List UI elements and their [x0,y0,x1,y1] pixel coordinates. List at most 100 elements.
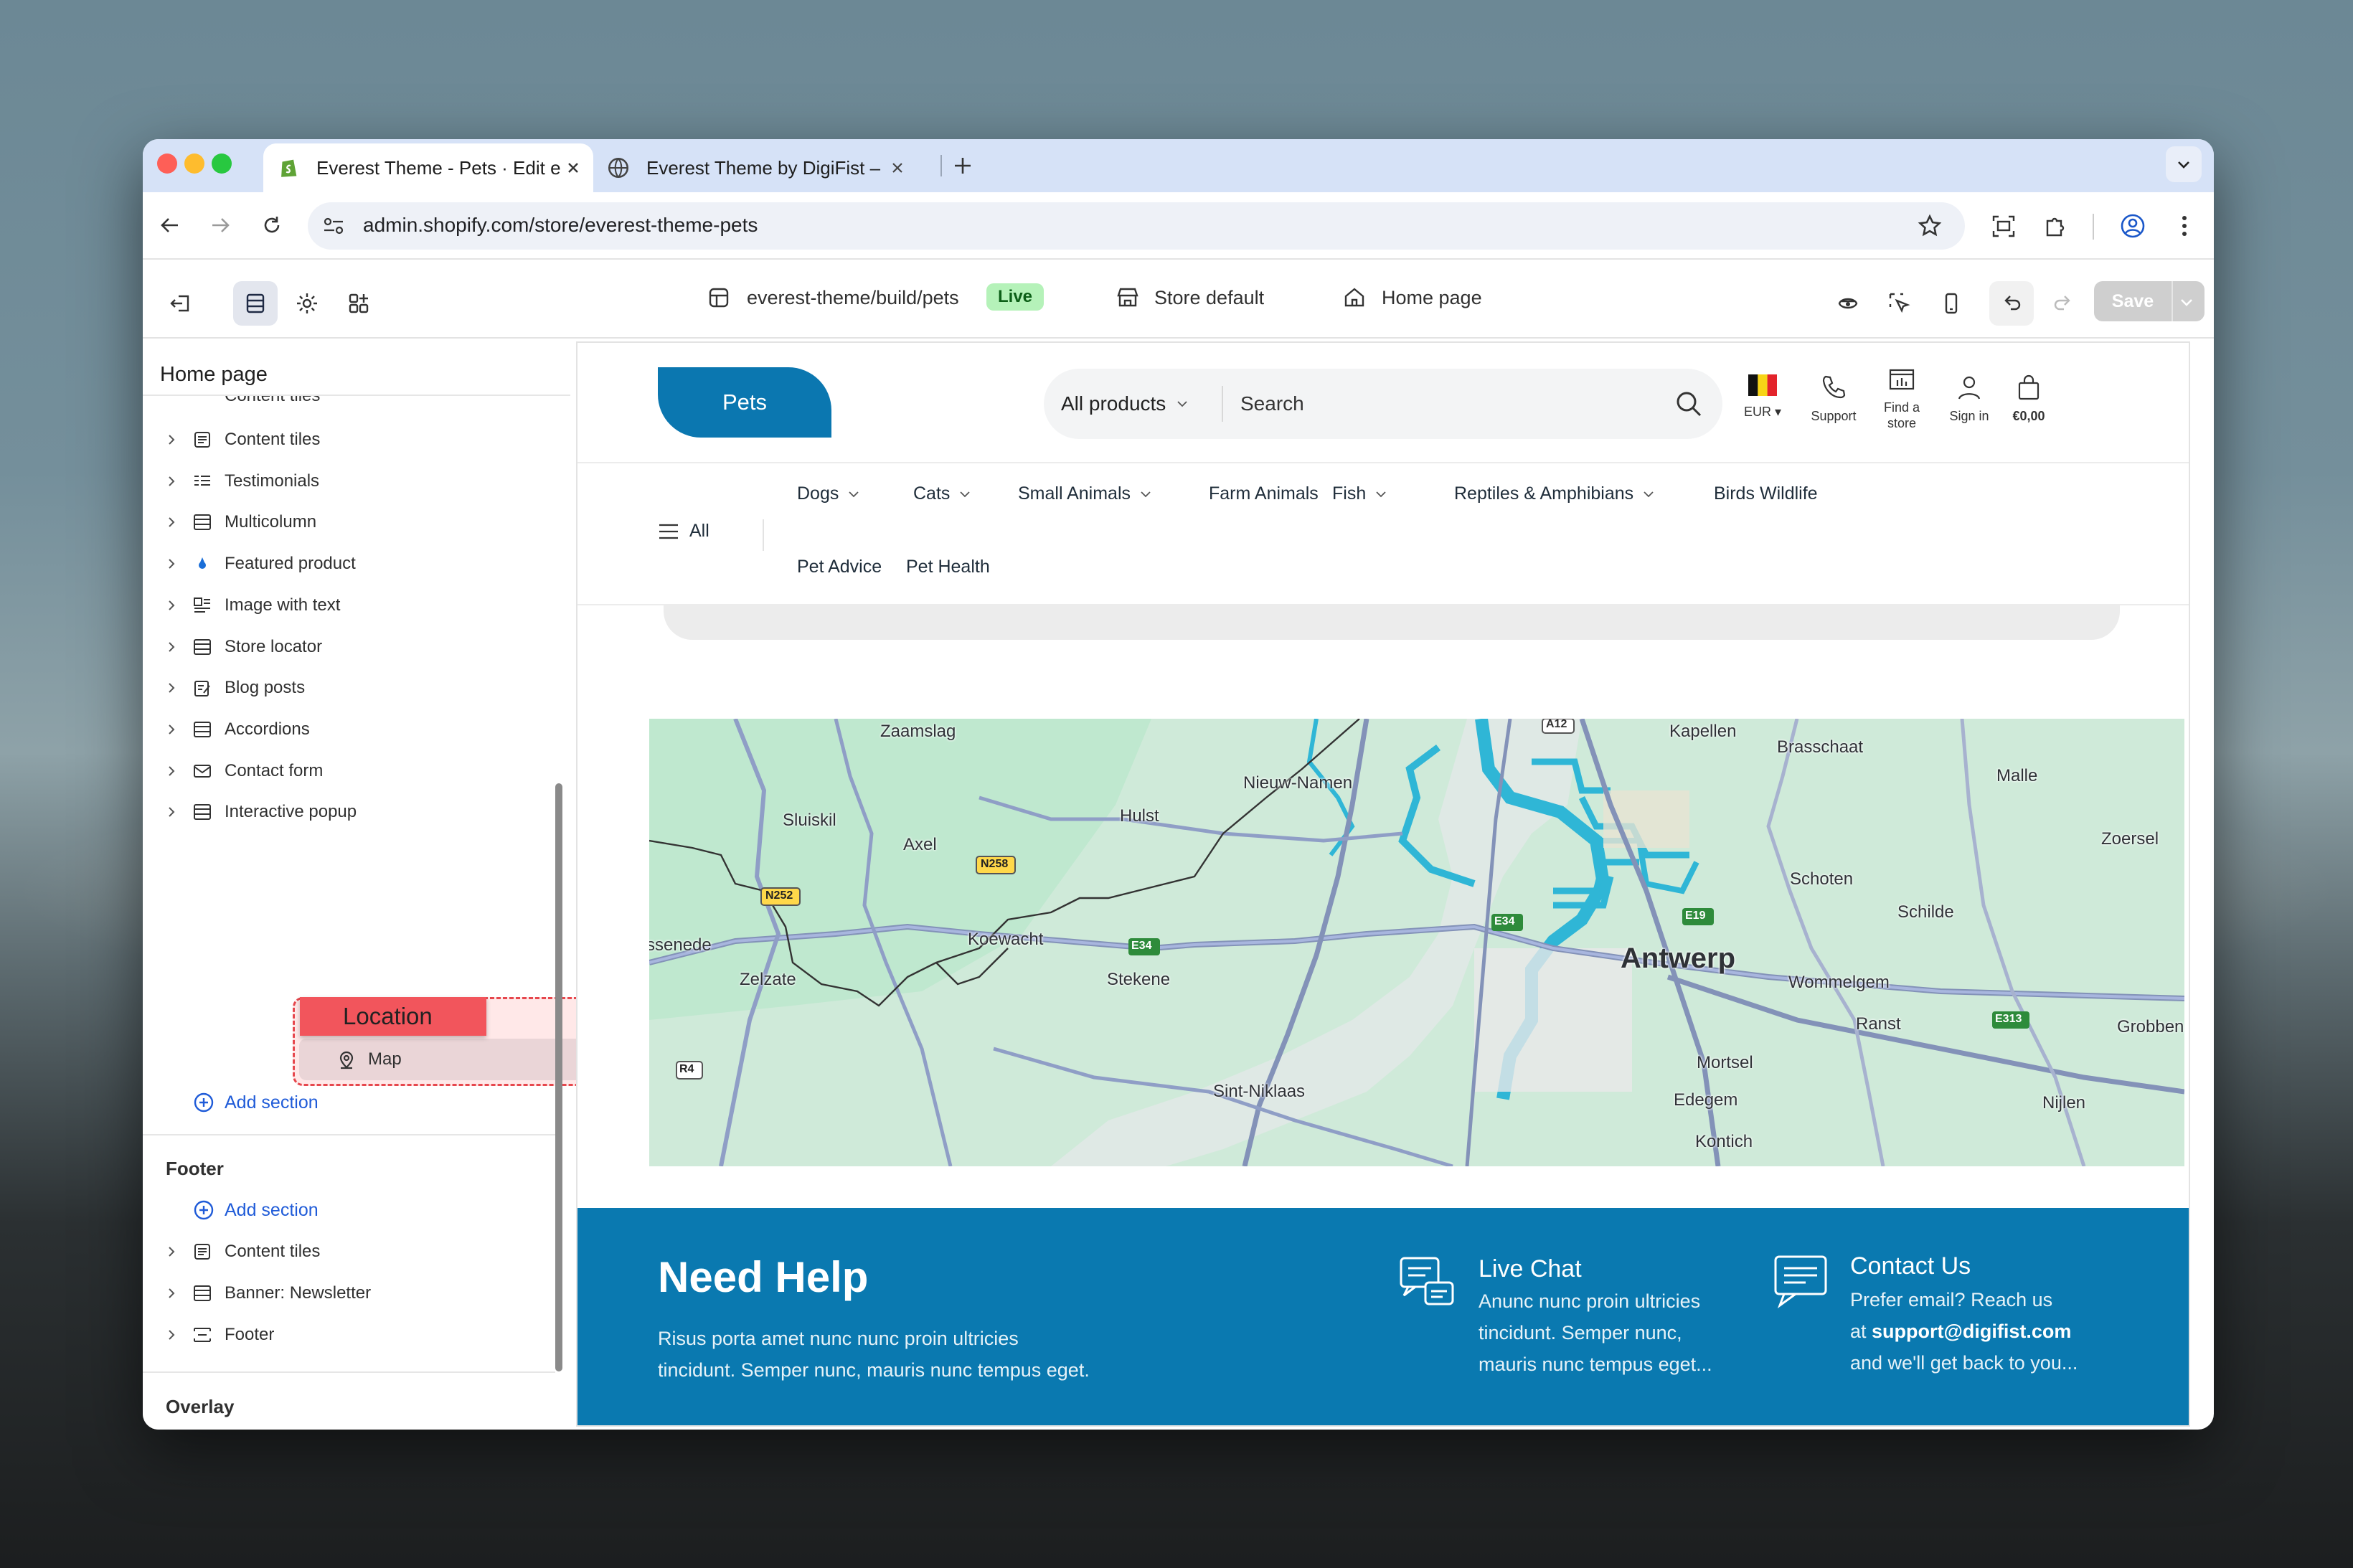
theme-path[interactable]: everest-theme/build/pets [747,287,959,309]
reload-button[interactable] [256,209,288,241]
contact-email-link[interactable]: support@digifist.com [1872,1321,2071,1342]
save-divider [2172,281,2173,321]
tab-title: Everest Theme - Pets · Edit e [316,156,560,179]
banner-icon [192,1283,213,1304]
save-button[interactable]: Save [2094,281,2205,321]
extensions-icon[interactable] [2040,210,2071,242]
preview-inspector-button[interactable] [1826,281,1870,326]
sections-tab-button[interactable] [233,281,278,326]
all-menu-button[interactable]: All [658,521,709,542]
section-item-label: Featured product [225,554,356,574]
map-label-ssenede: ssenede [649,935,712,955]
close-tab-icon[interactable] [566,161,580,175]
sign-in-link[interactable]: Sign in [1941,374,1998,424]
live-chat-text-2: tincidunt. Semper nunc, [1479,1322,1682,1343]
page-selector[interactable]: Home page [1382,287,1482,309]
url-text[interactable]: admin.shopify.com/store/everest-theme-pe… [363,214,758,237]
nav-item-reptiles-amphibians[interactable]: Reptiles & Amphibians [1454,483,1655,504]
road-label-n258: N258 [981,858,1009,870]
featured-product-icon [192,553,213,575]
section-item-content-tiles[interactable]: Content tiles [164,422,523,458]
nav-item-wildlife[interactable]: Wildlife [1760,483,1818,504]
section-item-banner-newsletter[interactable]: Banner: Newsletter [164,1275,523,1311]
close-tab-icon[interactable] [890,161,905,175]
chevron-down-icon [960,491,971,497]
section-item-blog-posts[interactable]: Blog posts [164,670,523,706]
chevron-down-icon[interactable] [2179,294,2194,310]
tab-active[interactable]: Everest Theme - Pets · Edit e [263,143,593,192]
site-settings-icon[interactable] [322,215,345,237]
nav-item-small-animals[interactable]: Small Animals [1018,483,1152,504]
app-embeds-button[interactable] [336,281,381,326]
section-item-multicolumn[interactable]: Multicolumn [164,504,523,540]
add-section-button[interactable]: Add section [193,1192,319,1228]
nav-item-cats[interactable]: Cats [913,483,971,504]
tab-inactive[interactable]: Everest Theme by DigiFist – E [593,143,930,192]
nav-divider [763,519,764,551]
currency-selector[interactable]: EUR ▾ [1741,374,1784,420]
map-label-brasschaat: Brasschaat [1777,737,1864,757]
content-tiles-icon [192,1241,213,1262]
map-embed[interactable]: Zaamslag Kapellen Brasschaat Malle Nieuw-Nam… [649,719,2184,1166]
support-link[interactable]: Support [1801,374,1866,424]
store-selector[interactable]: Store default [1154,287,1264,309]
screenshot-icon[interactable] [1988,210,2019,242]
section-item-featured-product[interactable]: Featured product [164,546,523,582]
minimize-window-button[interactable] [184,154,204,174]
search-category-select[interactable]: All products [1061,369,1189,439]
nav-item-pet-advice[interactable]: Pet Advice [797,557,882,577]
new-tab-icon[interactable] [952,155,973,176]
home-icon [1344,288,1364,307]
dragging-section-label[interactable]: Location [300,997,486,1036]
contact-email-icon [1774,1255,1827,1309]
search-bar[interactable]: All products Search [1044,369,1722,439]
inspector-icon [1838,298,1858,309]
find-store-link[interactable]: Find a store [1875,366,1929,431]
redo-button[interactable] [2041,281,2085,326]
section-item-contact-form[interactable]: Contact form [164,753,523,789]
nav-item-dogs[interactable]: Dogs [797,483,860,504]
tab-title: Everest Theme by DigiFist – E [646,156,883,179]
plus-circle-icon [194,1200,214,1220]
search-icon[interactable] [1674,389,1704,419]
live-chat-title[interactable]: Live Chat [1479,1255,1582,1283]
tab-search-button[interactable] [2166,146,2202,182]
forward-arrow-icon [212,218,230,232]
section-item-accordions[interactable]: Accordions [164,712,523,747]
nav-item-farm-animals[interactable]: Farm Animals [1209,483,1319,504]
forward-button[interactable] [204,209,236,241]
cart-link[interactable]: €0,00 [2004,374,2054,424]
nav-item-birds[interactable]: Birds [1714,483,1755,504]
nav-item-label: Pet Advice [797,557,882,577]
device-preview-button[interactable] [1929,281,1974,326]
nav-item-fish[interactable]: Fish [1332,483,1387,504]
close-window-button[interactable] [157,154,177,174]
undo-button[interactable] [1989,281,2034,326]
section-item-testimonials[interactable]: Testimonials [164,463,523,499]
road-label-n252: N252 [765,889,793,902]
profile-icon[interactable] [2117,210,2149,242]
contact-us-title[interactable]: Contact Us [1850,1252,1971,1280]
browser-menu-icon[interactable] [2169,210,2200,242]
add-section-button[interactable]: Add section [193,1085,319,1120]
nav-item-pet-health[interactable]: Pet Health [906,557,990,577]
zoom-window-button[interactable] [212,154,232,174]
section-item-label: Footer [225,1325,275,1344]
back-button[interactable] [154,209,186,241]
exit-editor-button[interactable] [159,281,203,326]
section-item-content-tiles[interactable]: Content tiles [164,1234,523,1270]
section-item-footer[interactable]: Footer [164,1317,523,1353]
theme-settings-button[interactable] [285,281,329,326]
section-item-image-with-text[interactable]: Image with text [164,587,523,623]
user-icon [1958,376,1981,400]
search-input[interactable]: Search [1240,369,1304,439]
store-logo[interactable]: Pets [658,367,831,438]
section-item-interactive-popup[interactable]: Interactive popup [164,794,523,830]
sidebar-scrollbar[interactable] [555,783,562,1371]
select-element-button[interactable] [1877,281,1922,326]
address-bar[interactable]: admin.shopify.com/store/everest-theme-pe… [308,202,1965,250]
bookmark-star-icon[interactable] [1918,214,1942,238]
section-item-store-locator[interactable]: Store locator [164,629,523,665]
chevron-right-icon [169,807,175,818]
find-store-label-2: store [1887,416,1917,430]
